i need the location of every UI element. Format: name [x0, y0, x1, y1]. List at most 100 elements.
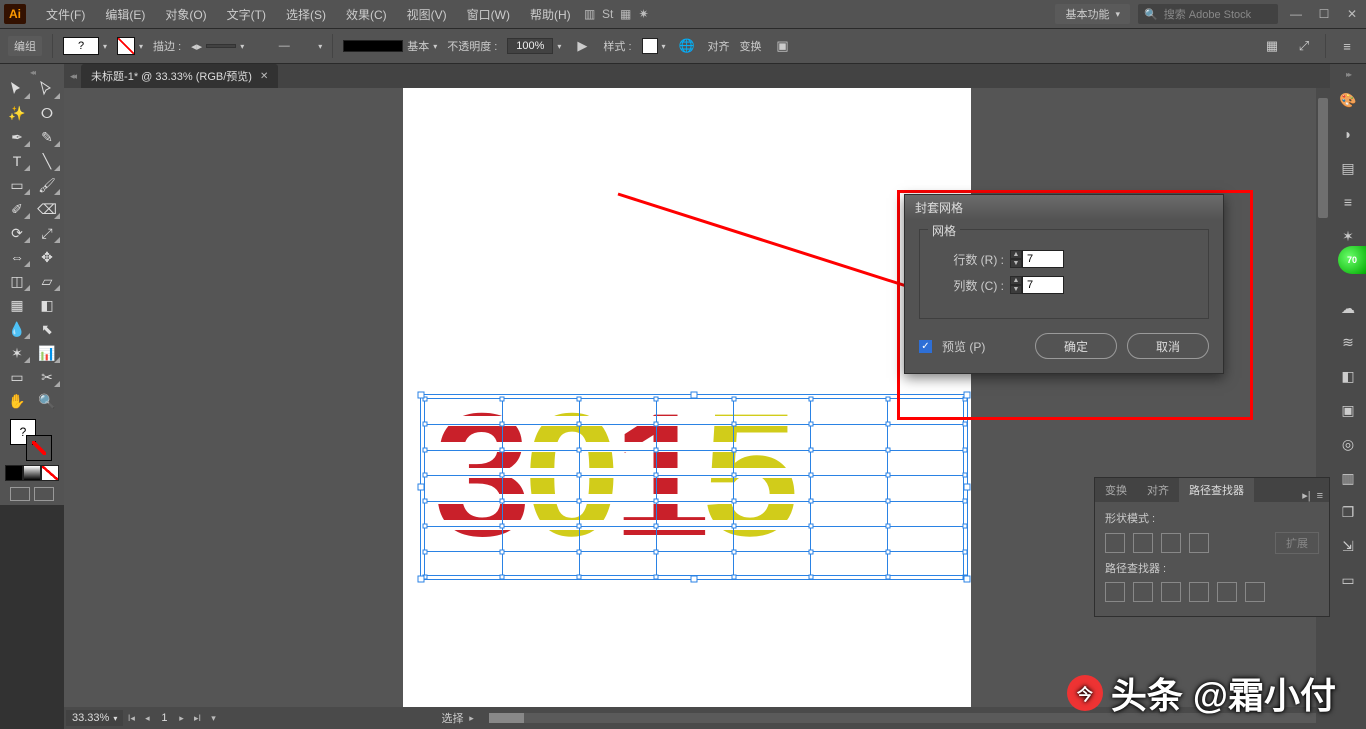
rows-step-up[interactable]: ▲ [1010, 250, 1022, 259]
panel-tab-align[interactable]: 对齐 [1137, 478, 1179, 502]
horizontal-scroll-thumb[interactable] [489, 713, 524, 723]
panel-collapse-icon[interactable]: ▸| [1302, 489, 1310, 502]
graphic-style-dropdown[interactable]: ▾ [642, 38, 666, 54]
rows-stepper[interactable]: ▲▼ [1010, 250, 1064, 268]
brush-profile-dropdown[interactable]: 基本 ▾ [343, 38, 437, 54]
menu-select[interactable]: 选择(S) [276, 6, 336, 23]
panel-tab-transform[interactable]: 变换 [1095, 478, 1137, 502]
notification-badge[interactable]: 70 [1338, 246, 1366, 274]
stock-icon[interactable]: St [599, 5, 617, 23]
stroke-panel-icon[interactable]: ≋ [1335, 329, 1361, 355]
color-guide-panel-icon[interactable]: ◗ [1335, 121, 1361, 147]
graphic-styles-panel-icon[interactable]: ▥ [1335, 465, 1361, 491]
crop-icon[interactable] [1189, 582, 1209, 602]
free-transform-tool[interactable]: ✥ [32, 245, 62, 269]
cols-input[interactable] [1022, 276, 1064, 294]
swatches-panel-icon[interactable]: ▤ [1335, 155, 1361, 181]
document-tab[interactable]: 未标题-1* @ 33.33% (RGB/预览) ✕ [81, 64, 278, 88]
fill-swatch-dropdown[interactable]: ▾ [63, 37, 107, 55]
color-mode-solid[interactable] [5, 465, 23, 481]
mesh-tool[interactable]: ▦ [2, 293, 32, 317]
appearance-panel-icon[interactable]: ◎ [1335, 431, 1361, 457]
rectangle-tool[interactable]: ▭ [2, 173, 32, 197]
stroke-indicator[interactable] [26, 435, 52, 461]
shape-builder-tool[interactable]: ◫ [2, 269, 32, 293]
unite-icon[interactable] [1105, 533, 1125, 553]
window-maximize-button[interactable]: ☐ [1314, 7, 1334, 21]
align-link[interactable]: 对齐 [708, 38, 730, 54]
rows-input[interactable] [1022, 250, 1064, 268]
intersect-icon[interactable] [1161, 533, 1181, 553]
zoom-tool[interactable]: 🔍 [32, 389, 62, 413]
layers-panel-icon[interactable]: ❐ [1335, 499, 1361, 525]
menu-object[interactable]: 对象(O) [155, 6, 216, 23]
gradient-panel-icon[interactable]: ◧ [1335, 363, 1361, 389]
menu-file[interactable]: 文件(F) [36, 6, 95, 23]
artboards-panel-icon[interactable]: ▭ [1335, 567, 1361, 593]
expand-button[interactable]: 扩展 [1275, 532, 1319, 554]
transform-link[interactable]: 变换 [740, 38, 762, 54]
align-pixel-icon[interactable]: ▦ [1261, 35, 1283, 57]
isolate-icon[interactable]: ▣ [772, 35, 794, 57]
prev-artboard-button[interactable]: ◂ [139, 710, 155, 726]
bridge-icon[interactable]: ▥ [581, 5, 599, 23]
blend-tool[interactable]: ⬉ [32, 317, 62, 341]
color-mode-gradient[interactable] [23, 465, 41, 481]
type-tool[interactable]: T [2, 149, 32, 173]
gpu-icon[interactable]: ✷ [635, 5, 653, 23]
stroke-weight-stepper[interactable]: ◂▸▾ [191, 40, 244, 53]
rotate-tool[interactable]: ⟳ [2, 221, 32, 245]
tab-drag-handle[interactable]: ◂◂ [70, 71, 81, 88]
fill-stroke-control[interactable]: ? [4, 417, 60, 461]
artboard-tool[interactable]: ▭ [2, 365, 32, 389]
paintbrush-tool[interactable]: 🖌 [32, 173, 62, 197]
minus-front-icon[interactable] [1133, 533, 1153, 553]
color-panel-icon[interactable]: 🎨 [1335, 87, 1361, 113]
next-artboard-button[interactable]: ▸ [173, 710, 189, 726]
direct-selection-tool[interactable] [32, 77, 62, 101]
preview-checkbox[interactable]: ✓ [919, 340, 932, 353]
window-close-button[interactable]: ✕ [1342, 7, 1362, 21]
symbol-sprayer-tool[interactable]: ✶ [2, 341, 32, 365]
cancel-button[interactable]: 取消 [1127, 333, 1209, 359]
ok-button[interactable]: 确定 [1035, 333, 1117, 359]
pen-tool[interactable]: ✒ [2, 125, 32, 149]
line-tool[interactable]: ╲ [32, 149, 62, 173]
merge-icon[interactable] [1161, 582, 1181, 602]
last-artboard-button[interactable]: ▸I [189, 710, 205, 726]
cols-step-down[interactable]: ▼ [1010, 285, 1022, 294]
width-tool[interactable]: ⇔ [2, 245, 32, 269]
vertical-scroll-thumb[interactable] [1318, 98, 1328, 218]
window-minimize-button[interactable]: — [1286, 7, 1306, 21]
asset-export-panel-icon[interactable]: ⇲ [1335, 533, 1361, 559]
panel-menu-icon[interactable]: ≡ [1336, 35, 1358, 57]
screen-mode-normal[interactable] [10, 487, 30, 501]
graph-tool[interactable]: 📊 [32, 341, 62, 365]
selection-tool[interactable] [2, 77, 32, 101]
minus-back-icon[interactable] [1245, 582, 1265, 602]
menu-effect[interactable]: 效果(C) [336, 6, 397, 23]
menu-help[interactable]: 帮助(H) [520, 6, 581, 23]
hand-tool[interactable]: ✋ [2, 389, 32, 413]
zoom-level-dropdown[interactable]: 33.33% [66, 710, 123, 726]
exclude-icon[interactable] [1189, 533, 1209, 553]
first-artboard-button[interactable]: I◂ [123, 710, 139, 726]
menu-window[interactable]: 窗口(W) [457, 6, 520, 23]
screen-mode-full[interactable] [34, 487, 54, 501]
lasso-tool[interactable]: ⵔ [32, 101, 62, 125]
cols-stepper[interactable]: ▲▼ [1010, 276, 1064, 294]
eyedropper-tool[interactable]: 💧 [2, 317, 32, 341]
cc-libraries-icon[interactable]: ☁ [1335, 295, 1361, 321]
divide-icon[interactable] [1105, 582, 1125, 602]
artboard-number[interactable]: 1 [155, 712, 173, 724]
opacity-field[interactable]: 100%▾ [507, 38, 561, 54]
dialog-titlebar[interactable]: 封套网格 [905, 195, 1223, 219]
workspace-switcher[interactable]: 基本功能 [1055, 4, 1130, 24]
var-width-dropdown[interactable]: —▾ [254, 40, 322, 52]
transform-panel-icon[interactable]: ⤢ [1293, 35, 1315, 57]
recolor-icon[interactable]: ▶ [571, 35, 593, 57]
menu-view[interactable]: 视图(V) [397, 6, 457, 23]
curvature-tool[interactable]: ✎ [32, 125, 62, 149]
artboard-nav-menu[interactable]: ▾ [205, 710, 221, 726]
transparency-panel-icon[interactable]: ▣ [1335, 397, 1361, 423]
